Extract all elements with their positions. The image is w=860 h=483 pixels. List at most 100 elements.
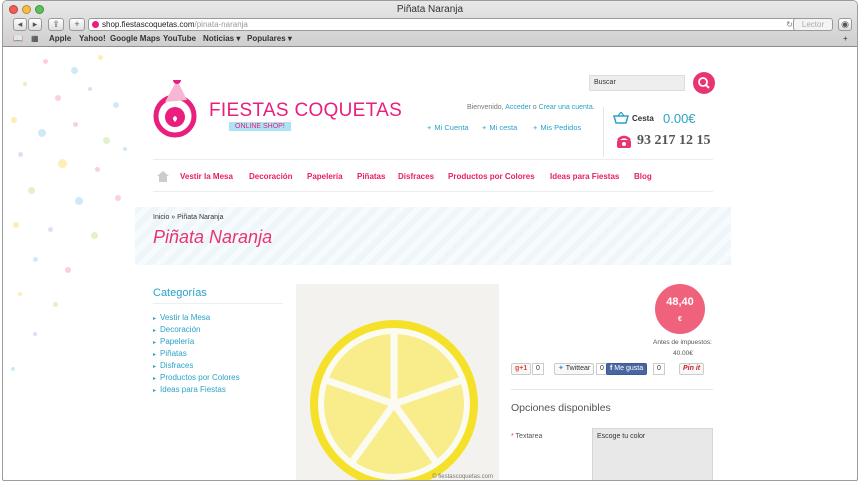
price-badge: 48,40 €	[655, 284, 705, 334]
page-title: Piñata Naranja	[153, 227, 273, 247]
cart-total[interactable]: 0.00€	[663, 111, 696, 126]
top-sites-icon[interactable]: ▦	[31, 34, 39, 43]
bookmark-yahoo[interactable]: Yahoo!	[79, 34, 106, 43]
like-count: 0	[653, 363, 665, 375]
browser-toolbar: Piñata Naranja ◂ ▸ ⇪ + shop.fiestascoque…	[3, 1, 857, 47]
sidebar-item-label: Decoración	[160, 325, 201, 334]
url-host: shop.fiestascoquetas.com	[102, 20, 195, 29]
browser-window: Piñata Naranja ◂ ▸ ⇪ + shop.fiestascoque…	[2, 0, 858, 481]
search-input[interactable]: Buscar	[589, 75, 685, 91]
my-account-label: Mi Cuenta	[434, 123, 469, 132]
breadcrumb: Inicio » Piñata Naranja	[153, 214, 223, 221]
telephone-icon	[617, 135, 631, 148]
sidebar-item-vestir-la-mesa[interactable]: ▸ Vestir la Mesa	[153, 313, 210, 322]
nav-item-pinatas[interactable]: Piñatas	[357, 172, 385, 181]
lemon-pinata-image	[310, 320, 478, 480]
twitter-bird-icon: ✦	[558, 365, 564, 372]
bookmark-apple[interactable]: Apple	[49, 34, 71, 43]
sidebar-item-label: Disfraces	[160, 361, 194, 370]
search-button[interactable]	[693, 72, 715, 94]
price-currency: €	[678, 316, 682, 323]
bullet-arrow-icon: ▸	[153, 388, 157, 394]
sidebar-item-label: Productos por Colores	[160, 373, 240, 382]
sidebar-item-label: Vestir la Mesa	[160, 313, 211, 322]
option-label: * Textarea	[511, 433, 542, 440]
reader-button[interactable]: Lector	[793, 18, 833, 31]
new-tab-button[interactable]: +	[69, 18, 85, 31]
google-plus-count: 0	[532, 363, 544, 375]
tweet-label: Twittear	[565, 365, 591, 372]
bullet-arrow-icon: ▸	[153, 352, 157, 358]
url-path: /pinata-naranja	[194, 20, 248, 29]
tweet-button[interactable]: ✦ Twittear	[554, 363, 595, 375]
login-link[interactable]: Acceder	[505, 104, 531, 111]
bookmark-populares[interactable]: Populares ▾	[247, 34, 292, 43]
price-value: 48,40	[666, 296, 694, 308]
google-plus-button[interactable]: g+1	[511, 363, 532, 375]
address-bar[interactable]: shop.fiestascoquetas.com/pinata-naranja …	[88, 18, 798, 31]
options-divider	[511, 389, 713, 390]
sidebar-item-disfraces[interactable]: ▸ Disfraces	[153, 361, 193, 370]
nav-item-ideas-para-fiestas[interactable]: Ideas para Fiestas	[550, 172, 619, 181]
sidebar-item-decoracion[interactable]: ▸ Decoración	[153, 325, 200, 334]
sidebar-item-label: Piñatas	[160, 349, 187, 358]
my-account-link[interactable]: + Mi Cuenta	[427, 123, 469, 132]
add-bookmark-icon[interactable]: +	[843, 34, 848, 43]
nav-top-border	[153, 159, 713, 160]
welcome-text: Bienvenido,	[467, 104, 504, 111]
phone-number: 93 217 12 15	[637, 133, 711, 148]
sidebar-item-ideas-para-fiestas[interactable]: ▸ Ideas para Fiestas	[153, 385, 226, 394]
my-orders-label: Mis Pedidos	[540, 123, 582, 132]
reading-list-icon[interactable]: 📖	[13, 34, 23, 43]
downloads-icon[interactable]: ◉	[838, 18, 852, 31]
option-label-text: Textarea	[515, 433, 543, 440]
plus-icon: +	[427, 123, 432, 132]
like-label: Me gusta	[614, 365, 644, 372]
logo-text: FIESTAS COQUETAS	[209, 100, 403, 121]
bookmark-google-maps[interactable]: Google Maps	[110, 34, 160, 43]
product-image[interactable]: © fiestascoquetas.com	[296, 284, 499, 480]
breadcrumb-separator: »	[171, 214, 176, 221]
reload-icon[interactable]: ↻	[786, 19, 793, 30]
share-icon[interactable]: ⇪	[48, 18, 64, 31]
home-icon[interactable]	[157, 171, 169, 182]
search-icon	[698, 77, 710, 89]
plus-icon: +	[533, 123, 538, 132]
sidebar-item-label: Ideas para Fiestas	[160, 385, 226, 394]
tax-value: 40.00€	[673, 350, 693, 357]
plus-icon: +	[482, 123, 487, 132]
breadcrumb-home[interactable]: Inicio	[153, 214, 169, 221]
cart-label[interactable]: Cesta	[632, 114, 654, 123]
nav-item-vestir-la-mesa[interactable]: Vestir la Mesa	[180, 172, 233, 181]
categories-heading: Categorías	[153, 287, 207, 299]
nav-item-blog[interactable]: Blog	[634, 172, 652, 181]
bullet-arrow-icon: ▸	[153, 340, 157, 346]
option-textarea[interactable]: Escoge tu color	[592, 428, 713, 480]
shopping-basket-icon[interactable]	[613, 112, 629, 124]
tax-label: Antes de impuestos:	[653, 339, 712, 346]
pin-it-button[interactable]: Pin it	[679, 363, 705, 375]
bullet-arrow-icon: ▸	[153, 364, 157, 370]
nav-item-papeleria[interactable]: Papelería	[307, 172, 343, 181]
welcome-message: Bienvenido, Acceder o Crear una cuenta.	[467, 104, 595, 111]
bookmark-noticias[interactable]: Noticias ▾	[203, 34, 240, 43]
sidebar-item-productos-por-colores[interactable]: ▸ Productos por Colores	[153, 373, 240, 382]
create-account-link[interactable]: Crear una cuenta.	[539, 104, 595, 111]
logo-mascot-icon	[153, 80, 197, 138]
nav-item-disfraces[interactable]: Disfraces	[398, 172, 434, 181]
sidebar-item-pinatas[interactable]: ▸ Piñatas	[153, 349, 187, 358]
site-logo[interactable]: FIESTAS COQUETAS ONLINE SHOP!	[151, 80, 402, 140]
my-orders-link[interactable]: + Mis Pedidos	[533, 123, 581, 132]
back-button[interactable]: ◂	[13, 18, 27, 31]
or-text: o	[532, 104, 537, 111]
facebook-like-button[interactable]: f Me gusta	[606, 363, 648, 375]
favicon-icon	[92, 21, 99, 28]
forward-button[interactable]: ▸	[28, 18, 42, 31]
nav-item-decoracion[interactable]: Decoración	[249, 172, 293, 181]
page-content: FIESTAS COQUETAS ONLINE SHOP! Buscar Bie…	[3, 47, 857, 480]
nav-item-productos-por-colores[interactable]: Productos por Colores	[448, 172, 535, 181]
window-title: Piñata Naranja	[396, 4, 464, 15]
my-cart-link[interactable]: + Mi cesta	[482, 123, 517, 132]
bookmark-youtube[interactable]: YouTube	[163, 34, 196, 43]
sidebar-item-papeleria[interactable]: ▸ Papelería	[153, 337, 194, 346]
